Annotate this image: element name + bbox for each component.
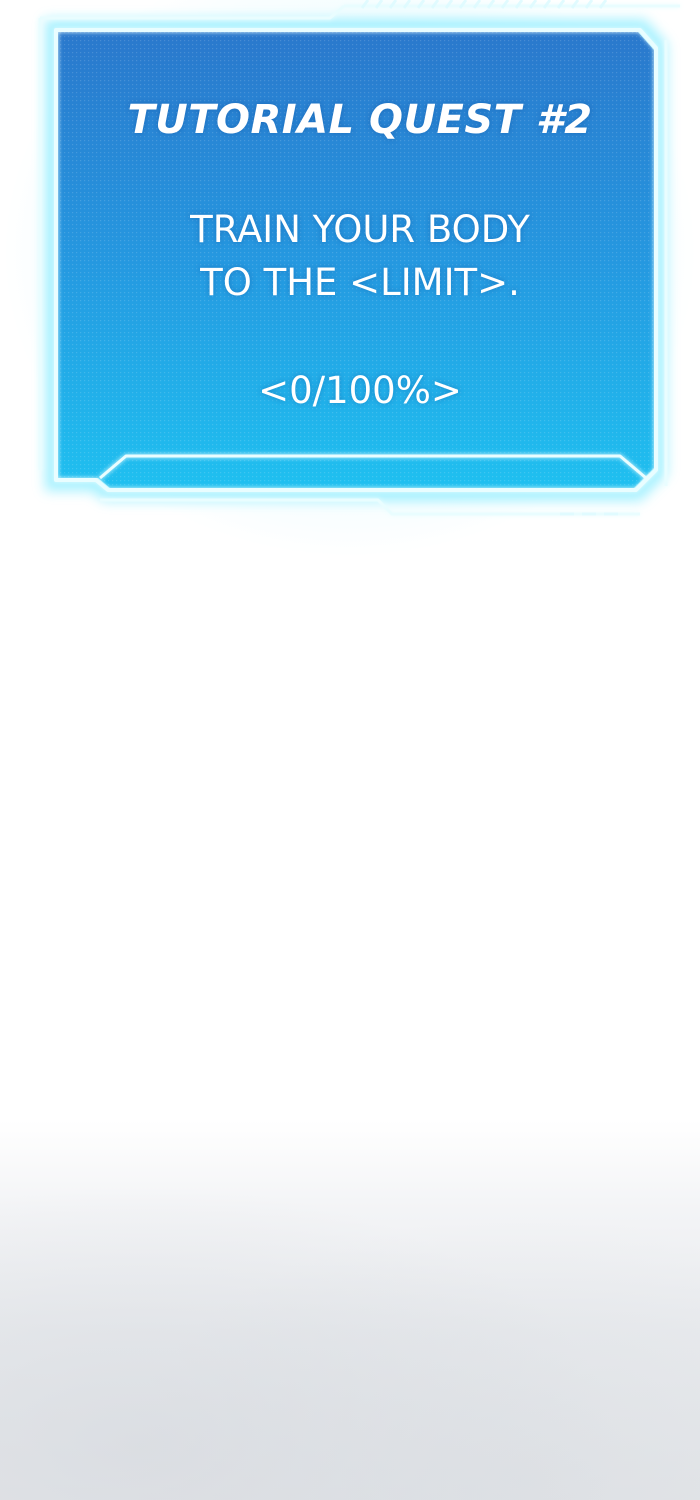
quest-title: TUTORIAL QUEST #2 [127, 97, 593, 143]
quest-description-line-1: TRAIN YOUR BODY [190, 208, 530, 251]
quest-description-line-2: TO THE <LIMIT>. [200, 261, 520, 304]
quest-window: TUTORIAL QUEST #2 TRAIN YOUR BODY TO THE… [0, 0, 700, 540]
quest-description: TRAIN YOUR BODY TO THE <LIMIT>. [60, 203, 660, 309]
quest-progress: <0/100%> [258, 369, 462, 412]
bottom-haze [0, 1140, 700, 1500]
